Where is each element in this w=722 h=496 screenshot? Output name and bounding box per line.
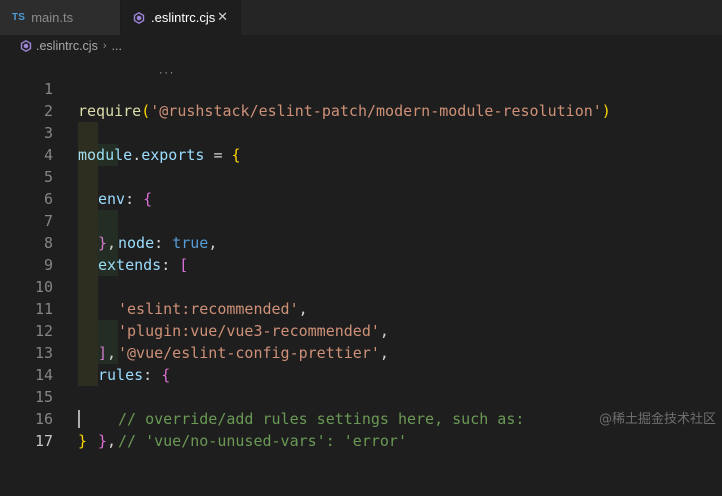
typescript-icon: TS	[12, 12, 26, 23]
code-line: 15 },	[0, 364, 722, 450]
breadcrumb: .eslintrc.cjs › ...	[0, 35, 722, 57]
indent-guide	[98, 254, 118, 276]
code-line: 11 ],	[0, 276, 722, 362]
code-line: 12 rules: {	[0, 298, 722, 384]
tab-label: .eslintrc.cjs	[151, 10, 216, 25]
code-editor[interactable]: 1 require('@rushstack/eslint-patch/moder…	[0, 56, 722, 451]
code-line: 4 env: {	[0, 122, 722, 208]
breadcrumb-more[interactable]: ...	[112, 39, 122, 53]
code-line: 9 'plugin:vue/vue3-recommended',	[0, 232, 722, 340]
close-icon[interactable]: ✕	[217, 10, 228, 25]
indent-guide	[98, 320, 118, 342]
code-text: }	[78, 430, 87, 452]
code-line: 7 extends: [	[0, 188, 722, 274]
tab-bar: TS main.ts .eslintrc.cjs ✕	[0, 0, 722, 35]
code-line: 16 }	[0, 386, 722, 450]
eslint-icon	[20, 40, 32, 52]
indent-guide	[98, 144, 118, 166]
indent-guide	[78, 232, 98, 254]
code-line: 1 require('@rushstack/eslint-patch/moder…	[0, 56, 722, 121]
indent-guide	[78, 254, 98, 276]
indent-guide	[78, 276, 98, 298]
code-line: 10 '@vue/eslint-config-prettier',	[0, 254, 722, 362]
chevron-right-icon: ›	[102, 40, 107, 52]
indent-guide	[78, 122, 98, 144]
indent-guide	[98, 342, 118, 364]
tab-main-ts[interactable]: TS main.ts	[0, 0, 121, 35]
tab-eslintrc[interactable]: .eslintrc.cjs ✕	[121, 0, 241, 35]
breadcrumb-file[interactable]: .eslintrc.cjs	[36, 39, 98, 53]
indent-guide	[78, 144, 98, 166]
comma: ,	[107, 432, 117, 450]
indent-guide	[98, 210, 118, 232]
indent-guide	[78, 342, 98, 364]
brace-close: }	[78, 432, 88, 450]
brace-close: }	[98, 432, 108, 450]
code-line: 3 module.exports = {	[0, 100, 722, 164]
indent-guide	[78, 188, 98, 210]
indent-guide	[78, 364, 98, 386]
code-line: 13 // override/add rules settings here, …	[0, 320, 722, 428]
code-line: 2	[0, 78, 722, 120]
code-line: 6 },	[0, 166, 722, 252]
hint-dots: ···	[158, 69, 175, 79]
code-line: 14 // 'vue/no-unused-vars': 'error'	[0, 342, 722, 450]
watermark: @稀土掘金技术社区	[598, 412, 716, 427]
tab-label: main.ts	[31, 10, 74, 25]
code-line: 8 'eslint:recommended',	[0, 210, 722, 318]
code-line: 5 node: true,	[0, 144, 722, 252]
comment: // 'vue/no-unused-vars': 'error'	[118, 432, 407, 450]
indent-guide	[78, 210, 98, 232]
text-cursor	[78, 410, 80, 428]
code-text: },	[98, 430, 116, 452]
indent-guide	[78, 320, 98, 342]
indent-guide	[78, 298, 98, 320]
eslint-icon	[133, 11, 145, 24]
indent-guide	[78, 166, 98, 188]
indent-guide	[98, 232, 118, 254]
line-number: 17	[34, 432, 53, 450]
